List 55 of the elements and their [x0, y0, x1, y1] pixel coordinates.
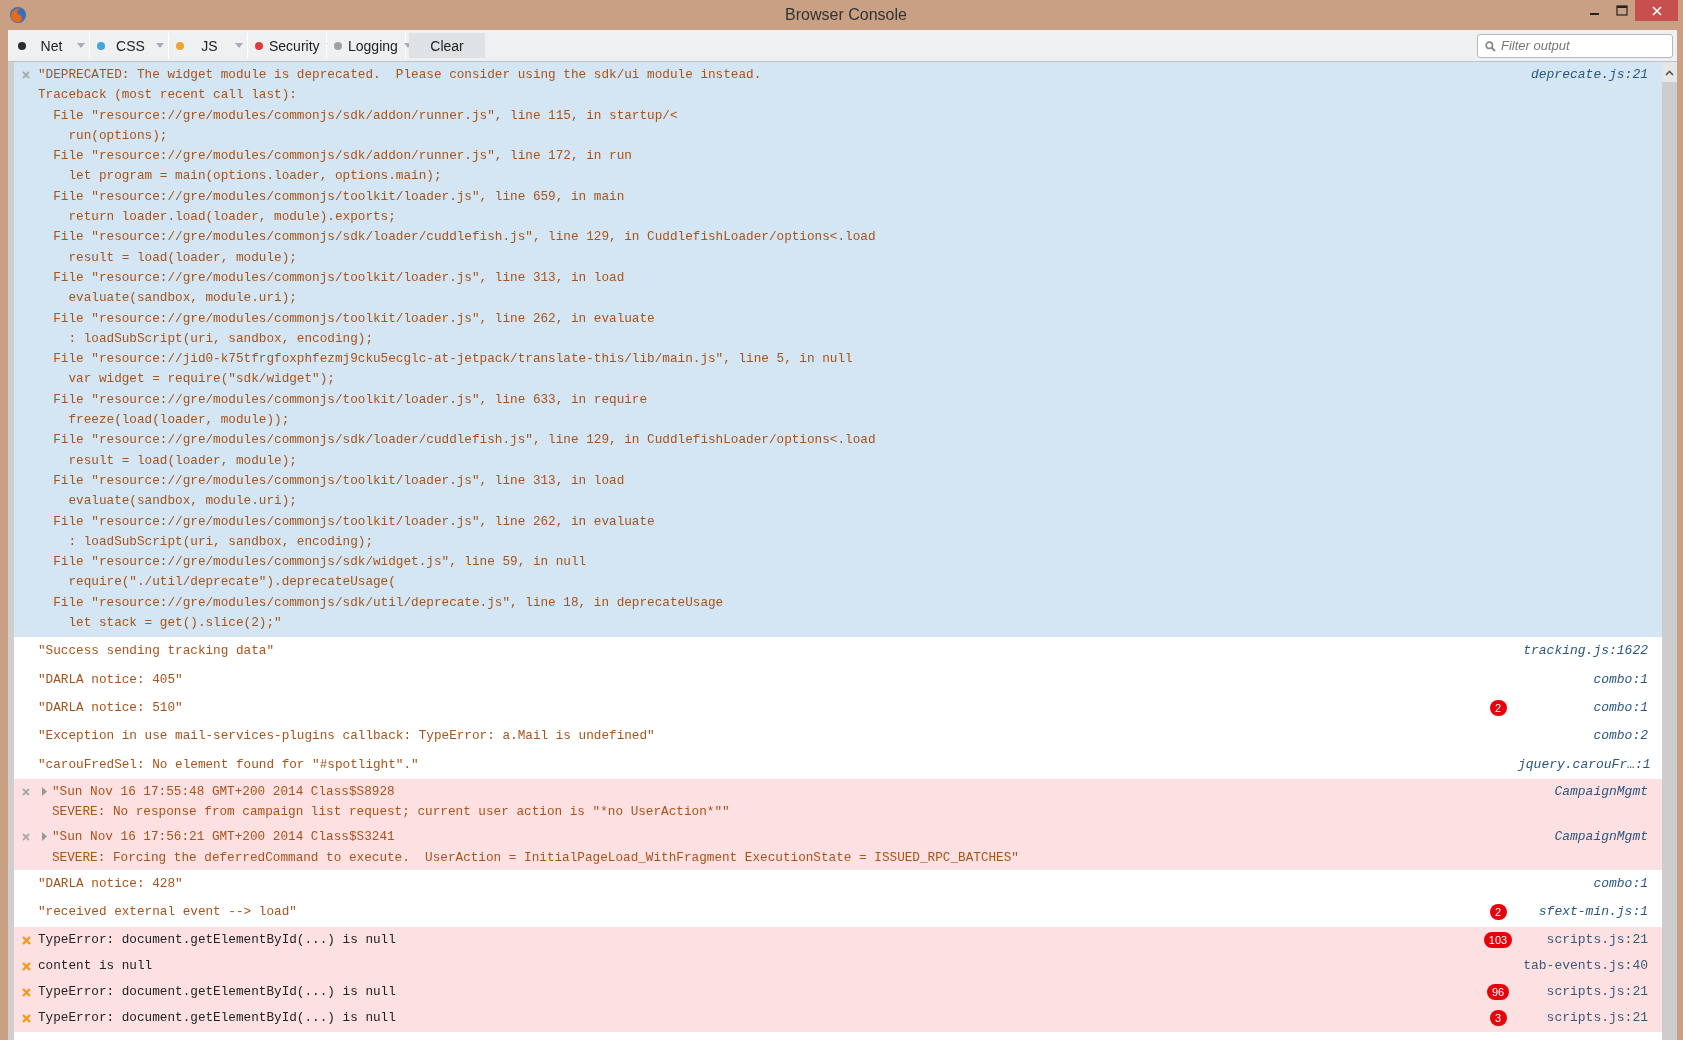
- source-link[interactable]: deprecate.js:21: [1518, 65, 1648, 86]
- caret-icon: [235, 43, 243, 48]
- message-text: "Sun Nov 16 17:56:21 GMT+200 2014 Class$S3241 SEVERE: Forcing the deferredCommand to execute. UserAction = InitialPageLoad_WithFragment ExecutionState = ISSUED_RPC_BATCHES": [52, 828, 1020, 867]
- clear-button[interactable]: Clear: [409, 33, 485, 58]
- message-text: "DARLA notice: 428": [38, 875, 184, 893]
- maximize-icon: [1615, 5, 1628, 16]
- repeat-count-badge: 103: [1483, 931, 1513, 948]
- close-icon: [22, 787, 30, 796]
- source-link[interactable]: tracking.js:1622: [1518, 641, 1648, 662]
- scroll-up-icon[interactable]: [1665, 70, 1674, 76]
- source-link[interactable]: combo:1: [1518, 874, 1648, 895]
- message-text: "Sun Nov 16 17:55:48 GMT+200 2014 Class$S8928 SEVERE: No response from campaign list request; current user action is "*no UserAction*"": [52, 782, 731, 822]
- source-link[interactable]: jquery.carouFr…:1: [1518, 754, 1648, 775]
- close-icon: [1651, 5, 1662, 16]
- source-link[interactable]: tab-events.js:40: [1518, 955, 1648, 977]
- source-link[interactable]: sfext-min.js:1: [1518, 902, 1648, 923]
- minimize-icon: [1590, 13, 1599, 15]
- error-icon: [21, 935, 31, 945]
- close-icon: [22, 71, 30, 79]
- filter-field[interactable]: Filter output: [1477, 33, 1673, 58]
- close-icon: [22, 833, 30, 842]
- source-link[interactable]: CampaignMgmt: [1518, 781, 1648, 803]
- source-link[interactable]: combo:1: [1518, 697, 1648, 719]
- repeat-count-badge: 96: [1486, 984, 1510, 1001]
- source-link[interactable]: combo:2: [1518, 726, 1648, 747]
- message-text: "DEPRECATED: The widget module is deprecated. Please consider using the sdk/ui module instead. Traceback (most recent call last): File "resource://gre/modules/commonjs/sdk/addon/runner.js", line 115, in startup/< run(options); File "resource://gre/modules/commonjs/sdk/addon/runner.js", line 172, in run let program = main(options.loader, options.main); File "resource://gre/modules/commonjs/toolkit/loader.js", line 659, in main return loader.load(loader, module).exports; File "resource://gre/modules/commonjs/sdk/loader/cuddlefish.js", line 129, in CuddlefishLoader/options<.load result = load(loader, module); File "resource://gre/modules/commonjs/toolkit/loader.js", line 313, in load evaluate(sandbox, module.uri); File "resource://gre/modules/commonjs/toolkit/loader.js", line 262, in evaluate : loadSubScript(uri, sandbox, encoding); File "resource://jid0-k75tfrgfoxphfezmj9cku5ecglc-at-jetpack/translate-this/lib/main.js", line 5, in null var widget = require("sdk/widget"); File "resource://gre/modules/commonjs/toolkit/loader.js", line 633, in require freeze(load(loader, module)); File "resource://gre/modules/commonjs/sdk/loader/cuddlefish.js", line 129, in CuddlefishLoader/options<.load result = load(loader, module); File "resource://gre/modules/commonjs/toolkit/loader.js", line 313, in load evaluate(sandbox, module.uri); File "resource://gre/modules/commonjs/toolkit/loader.js", line 262, in evaluate : loadSubScript(uri, sandbox, encoding); File "resource://gre/modules/commonjs/sdk/widget.js", line 59, in null require("./util/deprecate").deprecateUsage( File "resource://gre/modules/commonjs/sdk/util/deprecate.js", line 18, in deprecateUsage let stack = get().slice(2);": [38, 66, 877, 632]
- source-link[interactable]: scripts.js:21: [1518, 982, 1648, 1003]
- window-title: Browser Console: [785, 6, 907, 24]
- error-icon: [21, 961, 31, 971]
- message-text: TypeError: document.getElementById(...) is null: [38, 1009, 397, 1028]
- filter-button[interactable]: Logging: [327, 33, 406, 58]
- error-icon: [21, 1014, 31, 1024]
- source-link[interactable]: scripts.js:21: [1518, 929, 1648, 950]
- message-text: "Exception in use mail-services-plugins callback: TypeError: a.Mail is undefined": [38, 727, 656, 746]
- search-icon: [1485, 40, 1496, 52]
- source-link[interactable]: combo:1: [1518, 669, 1648, 690]
- message-text: "DARLA notice: 510": [38, 698, 184, 717]
- message-text: TypeError: document.getElementById(...) is null: [38, 983, 397, 1002]
- message-text: "DARLA notice: 405": [38, 670, 184, 689]
- expand-triangle-icon[interactable]: [41, 786, 48, 796]
- caret-icon: [77, 43, 85, 48]
- source-link[interactable]: CampaignMgmt: [1518, 827, 1648, 848]
- error-icon: [21, 988, 31, 998]
- repeat-count-badge: 3: [1489, 1010, 1507, 1027]
- message-text: "carouFredSel: No element found for "#spotlight".": [38, 755, 420, 774]
- source-link[interactable]: scripts.js:21: [1518, 1008, 1648, 1029]
- message-text: TypeError: document.getElementById(...) is null: [38, 930, 397, 949]
- caret-icon: [156, 43, 164, 48]
- message-text: "received external event --> load": [38, 903, 298, 922]
- message-text: content is null: [38, 956, 154, 975]
- message-text: "Success sending tracking data": [38, 642, 276, 661]
- expand-triangle-icon[interactable]: [41, 832, 48, 842]
- repeat-count-badge: 2: [1489, 699, 1507, 716]
- repeat-count-badge: 2: [1489, 904, 1507, 921]
- app-logo-icon: [9, 6, 27, 24]
